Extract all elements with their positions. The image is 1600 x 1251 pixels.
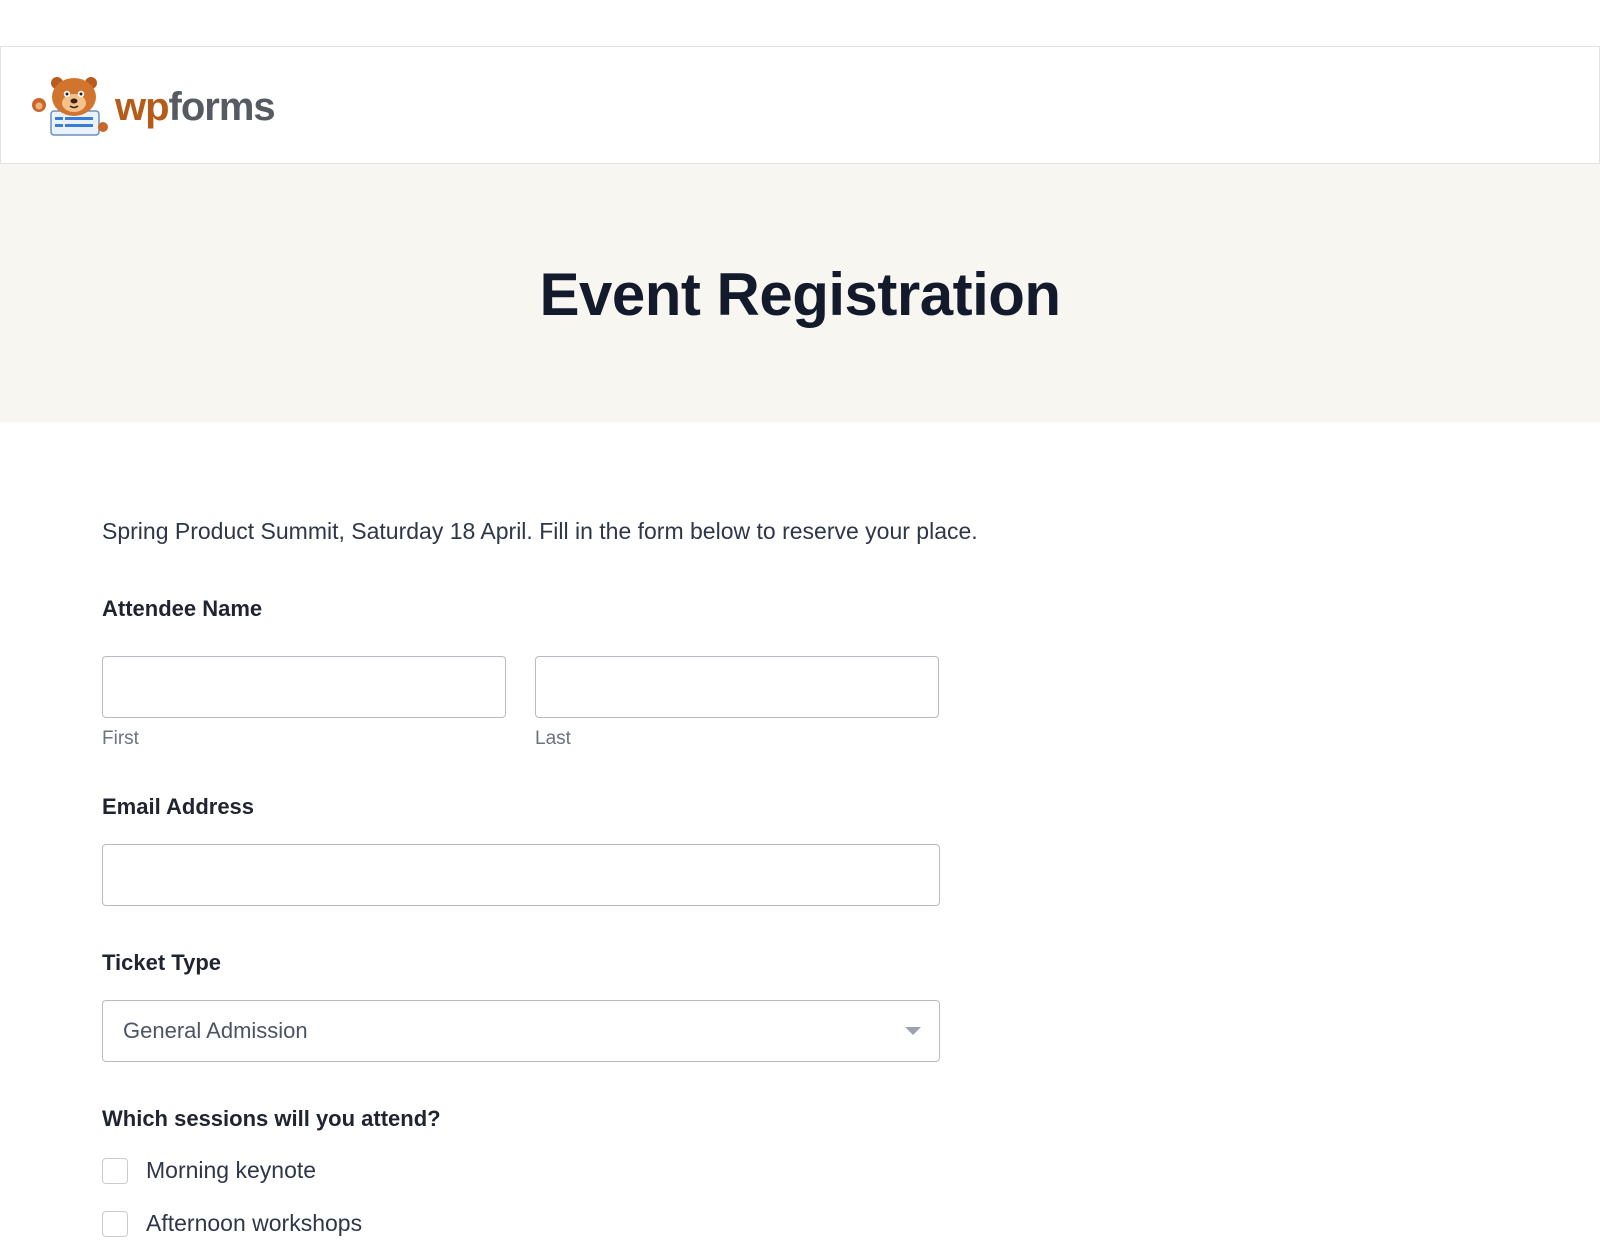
- chevron-down-icon: [905, 1027, 921, 1035]
- form-intro-text: Spring Product Summit, Saturday 18 April…: [102, 518, 978, 544]
- page: wpforms Event Registration Spring Produc…: [0, 0, 1600, 1251]
- first-name-input[interactable]: [102, 656, 506, 718]
- afternoon-workshops-label[interactable]: Afternoon workshops: [146, 1210, 362, 1237]
- logo-forms-text: forms: [168, 85, 276, 129]
- email-label: Email Address: [102, 794, 255, 819]
- last-name-input[interactable]: [535, 656, 939, 718]
- wpforms-logo[interactable]: wpforms: [29, 75, 276, 139]
- header-bar: wpforms: [0, 46, 1600, 164]
- ticket-type-label: Ticket Type: [102, 950, 222, 975]
- ticket-type-selected-value: General Admission: [123, 1018, 308, 1043]
- logo-wp-text: wp: [115, 85, 170, 129]
- last-name-sublabel: Last: [535, 728, 571, 749]
- ticket-type-select[interactable]: General Admission: [102, 1000, 940, 1062]
- hero-banner: Event Registration: [0, 164, 1600, 422]
- page-title: Event Registration: [539, 261, 1061, 328]
- first-name-sublabel: First: [102, 728, 139, 749]
- morning-keynote-label[interactable]: Morning keynote: [146, 1157, 316, 1184]
- morning-keynote-checkbox[interactable]: [102, 1157, 128, 1184]
- afternoon-workshops-checkbox[interactable]: [102, 1210, 128, 1237]
- sessions-label: Which sessions will you attend?: [102, 1106, 441, 1131]
- session-option-morning-keynote[interactable]: Morning keynote: [102, 1157, 316, 1184]
- logo-wordmark: wpforms: [115, 85, 276, 129]
- bear-mascot-icon: [32, 77, 108, 136]
- email-input[interactable]: [102, 844, 940, 906]
- attendee-name-label: Attendee Name: [102, 596, 263, 621]
- session-option-afternoon-workshops[interactable]: Afternoon workshops: [102, 1210, 362, 1237]
